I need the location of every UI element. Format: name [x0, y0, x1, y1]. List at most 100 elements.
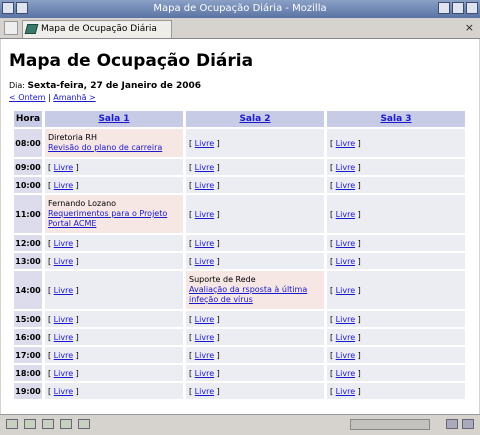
- irc-icon[interactable]: [78, 419, 90, 429]
- mail-icon[interactable]: [24, 419, 36, 429]
- free-slot-link[interactable]: Livre: [54, 333, 73, 342]
- room-header-sala-1[interactable]: Sala 1: [45, 111, 183, 127]
- composer-icon[interactable]: [42, 419, 54, 429]
- prev-day-link[interactable]: < Ontem: [9, 93, 45, 102]
- free-slot-link[interactable]: Livre: [195, 257, 214, 266]
- free-slot-cell: [ Livre ]: [327, 329, 465, 345]
- navigator-icon[interactable]: [6, 419, 18, 429]
- free-slot-link[interactable]: Livre: [195, 333, 214, 342]
- free-slot-link[interactable]: Livre: [336, 181, 355, 190]
- free-slot-link[interactable]: Livre: [54, 257, 73, 266]
- free-slot-link[interactable]: Livre: [336, 351, 355, 360]
- day-navigation: < Ontem | Amanhã >: [9, 93, 96, 102]
- free-slot-link[interactable]: Livre: [195, 210, 214, 219]
- free-slot-link[interactable]: Livre: [54, 387, 73, 396]
- tab-active[interactable]: Mapa de Ocupação Diária: [22, 20, 172, 38]
- free-slot-link[interactable]: Livre: [54, 369, 73, 378]
- free-slot-cell: [ Livre ]: [327, 253, 465, 269]
- free-slot-link[interactable]: Livre: [195, 369, 214, 378]
- free-slot-link[interactable]: Livre: [336, 387, 355, 396]
- progress-bar: [350, 419, 430, 430]
- hour-cell: 19:00: [14, 383, 42, 399]
- new-tab-icon[interactable]: [4, 21, 18, 35]
- booking-subject-link[interactable]: Requerimentos para o Projeto Portal ACME: [48, 209, 167, 228]
- free-slot-cell: [ Livre ]: [45, 311, 183, 327]
- free-slot-link[interactable]: Livre: [54, 239, 73, 248]
- free-slot-link[interactable]: Livre: [336, 139, 355, 148]
- free-slot-link[interactable]: Livre: [336, 369, 355, 378]
- table-row: 19:00[ Livre ][ Livre ][ Livre ]: [14, 383, 465, 399]
- free-slot-cell: [ Livre ]: [45, 383, 183, 399]
- free-slot-link[interactable]: Livre: [195, 239, 214, 248]
- free-slot-cell: [ Livre ]: [327, 311, 465, 327]
- free-slot-cell: [ Livre ]: [186, 235, 324, 251]
- table-row: 09:00[ Livre ][ Livre ][ Livre ]: [14, 159, 465, 175]
- next-day-link[interactable]: Amanhã >: [53, 93, 95, 102]
- free-slot-cell: [ Livre ]: [186, 329, 324, 345]
- table-row: 13:00[ Livre ][ Livre ][ Livre ]: [14, 253, 465, 269]
- day-label: Dia:: [9, 81, 25, 90]
- booking-subject-link[interactable]: Avaliação da rsposta à última infeção de…: [189, 285, 307, 304]
- free-slot-link[interactable]: Livre: [195, 163, 214, 172]
- free-slot-link[interactable]: Livre: [336, 163, 355, 172]
- occupancy-table: Hora Sala 1 Sala 2 Sala 3 08:00 Diretoria…: [11, 109, 468, 401]
- free-slot-link[interactable]: Livre: [195, 387, 214, 396]
- booking-cell: Suporte de Rede Avaliação da rsposta à úl…: [186, 271, 324, 309]
- free-slot-link[interactable]: Livre: [195, 315, 214, 324]
- hour-cell: 12:00: [14, 235, 42, 251]
- maximize-icon[interactable]: [452, 2, 464, 14]
- window-menu-icon[interactable]: [2, 2, 14, 14]
- status-bar: [0, 414, 480, 435]
- hour-cell: 15:00: [14, 311, 42, 327]
- free-slot-cell: [ Livre ]: [327, 365, 465, 381]
- window-shade-icon[interactable]: [16, 2, 28, 14]
- free-slot-cell: [ Livre ]: [186, 177, 324, 193]
- table-row: 18:00[ Livre ][ Livre ][ Livre ]: [14, 365, 465, 381]
- room-header-sala-2[interactable]: Sala 2: [186, 111, 324, 127]
- booking-subject-link[interactable]: Revisão do plano de carreira: [48, 143, 162, 152]
- booking-owner: Diretoria RH: [48, 133, 97, 142]
- booking-owner: Suporte de Rede: [189, 275, 256, 284]
- free-slot-cell: [ Livre ]: [45, 271, 183, 309]
- security-lock-icon: [462, 419, 474, 429]
- free-slot-link[interactable]: Livre: [336, 210, 355, 219]
- day-value: Sexta-feira, 27 de Janeiro de 2006: [27, 81, 202, 91]
- free-slot-link[interactable]: Livre: [54, 351, 73, 360]
- free-slot-link[interactable]: Livre: [195, 181, 214, 190]
- window-titlebar: Mapa de Ocupação Diária - Mozilla: [0, 0, 480, 18]
- table-row: 16:00[ Livre ][ Livre ][ Livre ]: [14, 329, 465, 345]
- free-slot-cell: [ Livre ]: [45, 177, 183, 193]
- hour-cell: 13:00: [14, 253, 42, 269]
- free-slot-link[interactable]: Livre: [336, 239, 355, 248]
- booking-cell: Fernando Lozano Requerimentos para o Proj…: [45, 195, 183, 233]
- free-slot-link[interactable]: Livre: [336, 286, 355, 295]
- hour-cell: 08:00: [14, 129, 42, 157]
- booking-owner: Fernando Lozano: [48, 199, 117, 208]
- free-slot-cell: [ Livre ]: [186, 195, 324, 233]
- free-slot-cell: [ Livre ]: [327, 159, 465, 175]
- free-slot-link[interactable]: Livre: [336, 257, 355, 266]
- free-slot-cell: [ Livre ]: [327, 129, 465, 157]
- free-slot-link[interactable]: Livre: [195, 139, 214, 148]
- free-slot-cell: [ Livre ]: [186, 129, 324, 157]
- free-slot-link[interactable]: Livre: [54, 286, 73, 295]
- address-book-icon[interactable]: [60, 419, 72, 429]
- free-slot-link[interactable]: Livre: [54, 163, 73, 172]
- free-slot-link[interactable]: Livre: [54, 315, 73, 324]
- close-window-icon[interactable]: [466, 2, 478, 14]
- online-status-icon[interactable]: [446, 419, 458, 429]
- table-row: 14:00[ Livre ] Suporte de Rede Avaliação d…: [14, 271, 465, 309]
- free-slot-link[interactable]: Livre: [54, 181, 73, 190]
- free-slot-link[interactable]: Livre: [336, 315, 355, 324]
- page-favicon-icon: [24, 24, 39, 34]
- room-header-sala-3[interactable]: Sala 3: [327, 111, 465, 127]
- table-row: 10:00[ Livre ][ Livre ][ Livre ]: [14, 177, 465, 193]
- free-slot-cell: [ Livre ]: [327, 195, 465, 233]
- close-tab-icon[interactable]: ×: [465, 21, 474, 34]
- page-content: Mapa de Ocupação Diária Dia: Sexta-feira…: [1, 39, 479, 414]
- nav-separator: |: [48, 93, 51, 102]
- minimize-icon[interactable]: [438, 2, 450, 14]
- free-slot-link[interactable]: Livre: [195, 351, 214, 360]
- free-slot-link[interactable]: Livre: [336, 333, 355, 342]
- table-row: 17:00[ Livre ][ Livre ][ Livre ]: [14, 347, 465, 363]
